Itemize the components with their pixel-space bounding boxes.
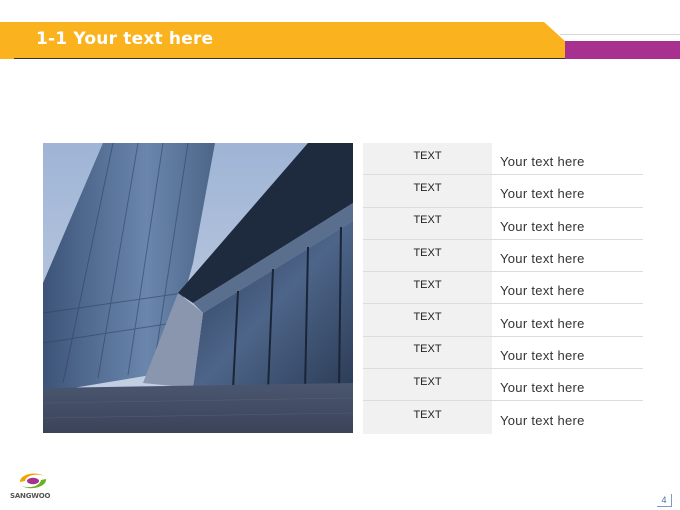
table-row: TEXT Your text here bbox=[363, 175, 643, 208]
slide-title: 1-1 Your text here bbox=[36, 29, 214, 49]
title-underline bbox=[14, 58, 566, 59]
table-row: TEXT Your text here bbox=[363, 239, 643, 273]
table-row: TEXT Your text here bbox=[363, 304, 643, 337]
row-label: TEXT bbox=[363, 401, 492, 434]
row-value: Your text here bbox=[500, 347, 585, 363]
row-label: TEXT bbox=[363, 336, 492, 369]
row-value: Your text here bbox=[500, 315, 585, 331]
table-row: TEXT Your text here bbox=[363, 207, 643, 240]
table-row: TEXT Your text here bbox=[363, 369, 643, 402]
table-row: TEXT Your text here bbox=[363, 401, 643, 434]
row-label: TEXT bbox=[363, 239, 492, 272]
row-label: TEXT bbox=[363, 143, 492, 175]
row-value: Your text here bbox=[500, 413, 585, 429]
accent-bar bbox=[565, 41, 680, 59]
row-label: TEXT bbox=[363, 272, 492, 304]
row-label: TEXT bbox=[363, 369, 492, 401]
logo-text: SANGWOO bbox=[10, 492, 51, 500]
page-number: 4 bbox=[657, 494, 672, 507]
header-divider-line bbox=[560, 34, 680, 35]
table-row: TEXT Your text here bbox=[363, 143, 643, 176]
row-label: TEXT bbox=[363, 304, 492, 336]
row-value: Your text here bbox=[500, 154, 585, 170]
row-value: Your text here bbox=[500, 283, 585, 299]
text-table: TEXT Your text here TEXT Your text here … bbox=[363, 143, 643, 434]
row-value: Your text here bbox=[500, 186, 585, 202]
row-value: Your text here bbox=[500, 380, 585, 396]
row-value: Your text here bbox=[500, 251, 585, 267]
row-label: TEXT bbox=[363, 175, 492, 207]
row-value: Your text here bbox=[500, 218, 585, 234]
row-label: TEXT bbox=[363, 207, 492, 239]
table-row: TEXT Your text here bbox=[363, 336, 643, 370]
table-row: TEXT Your text here bbox=[363, 272, 643, 305]
building-photo bbox=[43, 143, 353, 433]
